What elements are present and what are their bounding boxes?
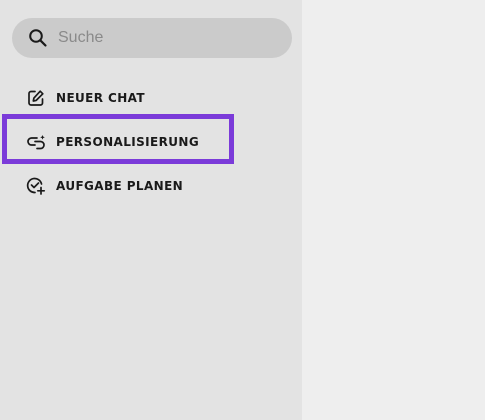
search-bar[interactable] [12, 18, 292, 58]
search-icon [28, 28, 48, 48]
sidebar-item-new-chat[interactable]: NEUER CHAT [16, 83, 236, 113]
schedule-task-icon [26, 176, 46, 196]
sidebar-item-label: PERSONALISIERUNG [56, 135, 200, 149]
personalization-icon [26, 132, 46, 152]
main-content [302, 0, 485, 420]
sidebar: NEUER CHAT PERSONALISIERUNG AUFGABE PLAN… [0, 0, 302, 420]
sidebar-item-label: NEUER CHAT [56, 91, 145, 105]
sidebar-item-label: AUFGABE PLANEN [56, 179, 184, 193]
sidebar-item-personalization[interactable]: PERSONALISIERUNG [16, 127, 236, 157]
sidebar-item-plan-task[interactable]: AUFGABE PLANEN [16, 171, 236, 201]
edit-icon [26, 88, 46, 108]
search-input[interactable] [58, 29, 278, 47]
